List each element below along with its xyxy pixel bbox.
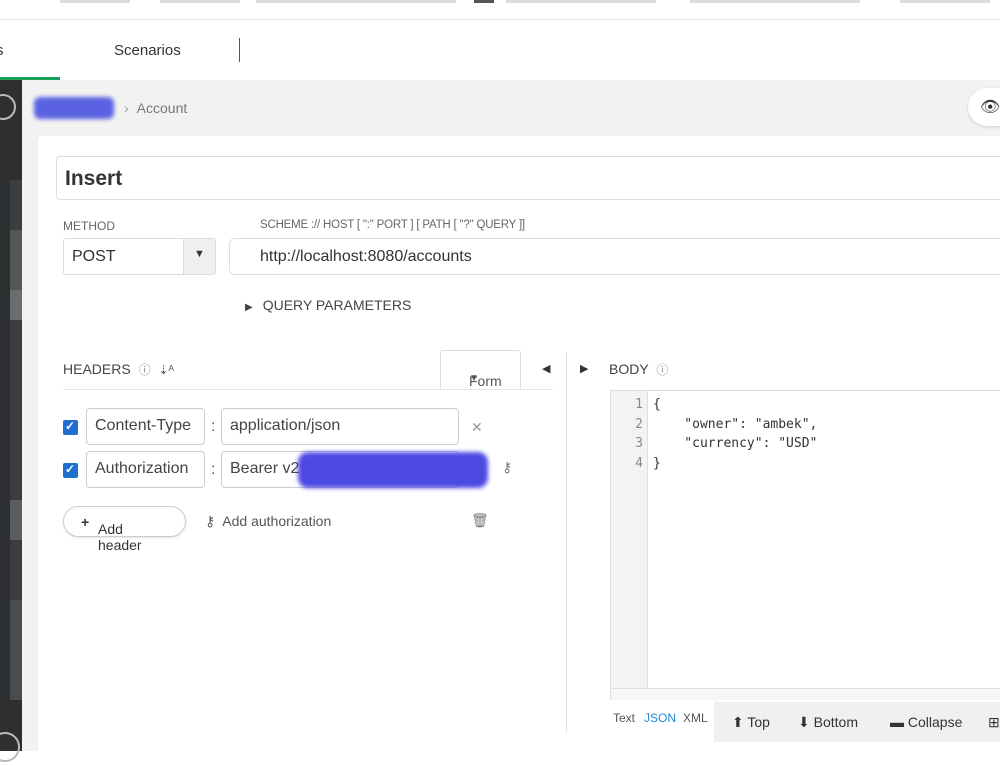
header-key-field[interactable]: Authorization (86, 451, 205, 488)
header-key: Authorization (95, 460, 189, 477)
header-key-field[interactable]: Content-Type (86, 408, 205, 445)
header-value: application/json (230, 417, 341, 434)
line-number: 1 (635, 397, 643, 412)
preview-button[interactable]: 👁 (968, 88, 1000, 126)
format-xml-button[interactable]: XML (683, 711, 708, 725)
expand-button[interactable]: ⊞ (988, 714, 1000, 731)
tab-bar-spacer (240, 20, 1000, 80)
query-parameters-label: QUERY PARAMETERS (262, 297, 412, 313)
redacted-token (298, 452, 488, 488)
request-name: Insert (65, 167, 123, 190)
chevron-right-icon: › (124, 100, 129, 116)
plus-icon: + (81, 514, 90, 530)
add-authorization-label: Add authorization (222, 513, 332, 529)
collapse-label: Collapse (907, 714, 963, 730)
key-icon[interactable]: ⚷ (502, 459, 512, 476)
headers-divider (63, 389, 553, 390)
help-icon[interactable]: ⓘ (656, 363, 668, 377)
url-value: http://localhost:8080/accounts (260, 248, 472, 265)
tab-previous[interactable]: s (0, 20, 60, 80)
headers-mode-dropdown[interactable]: Form ▼ (440, 350, 521, 389)
line-number-gutter: 1 2 3 4 (611, 391, 648, 691)
format-json-button[interactable]: JSON (644, 711, 676, 725)
method-select[interactable]: POST ▼ (63, 238, 216, 275)
tab-bar: s Scenarios (0, 20, 1000, 80)
scroll-bottom-label: Bottom (813, 714, 858, 730)
checkbox-checked-icon: ✓ (65, 419, 76, 433)
arrow-up-circle-icon: ⬆ (732, 714, 744, 730)
help-icon[interactable]: ⓘ (139, 363, 151, 377)
add-header-button[interactable]: + Add header (63, 506, 186, 553)
breadcrumb: › Account (34, 97, 188, 119)
code-line: "owner": "ambek", (653, 417, 818, 432)
body-title: BODY ⓘ (609, 361, 668, 378)
breadcrumb-current: Account (136, 100, 188, 116)
header-enabled-checkbox[interactable]: ✓ (63, 419, 78, 435)
tab-scenarios-label: Scenarios (114, 42, 181, 59)
scroll-top-label: Top (747, 714, 770, 730)
line-number: 3 (635, 436, 643, 451)
arrow-down-circle-icon: ⬇ (798, 714, 810, 730)
close-icon[interactable]: ✕ (471, 419, 483, 436)
line-number: 4 (635, 456, 643, 471)
collapse-right-icon[interactable]: ▶ (580, 362, 588, 375)
tab-scenarios[interactable]: Scenarios (60, 20, 240, 80)
url-label: SCHEME :// HOST [ ":" PORT ] [ PATH [ "?… (260, 219, 525, 231)
breadcrumb-redacted-parent[interactable] (34, 97, 114, 119)
header-colon: : (211, 418, 216, 435)
url-input[interactable]: http://localhost:8080/accounts (229, 238, 1000, 275)
caret-down-icon: ▼ (194, 248, 205, 260)
top-strip (0, 0, 1000, 20)
header-colon: : (211, 461, 216, 478)
request-name-field[interactable]: Insert (56, 156, 1000, 200)
sidebar-item[interactable] (10, 500, 22, 540)
scroll-bottom-button[interactable]: ⬇ Bottom (798, 714, 858, 731)
method-value: POST (72, 248, 116, 265)
sidebar-item[interactable] (10, 600, 22, 700)
add-authorization-button[interactable]: ⚷ Add authorization (205, 513, 331, 530)
sidebar-item[interactable] (10, 290, 22, 320)
minus-square-icon: ▬ (890, 714, 904, 730)
body-editor[interactable]: 1 2 3 4 { "owner": "ambek", "currency": … (610, 390, 1000, 700)
caret-right-icon: ▶ (245, 302, 253, 313)
method-label: METHOD (63, 219, 115, 233)
sidebar-item[interactable] (10, 320, 22, 500)
scroll-top-button[interactable]: ⬆ Top (732, 714, 770, 731)
eye-icon: 👁 (980, 99, 1000, 116)
sidebar-item[interactable] (10, 230, 22, 290)
sidebar-item[interactable] (10, 540, 22, 600)
collapse-button[interactable]: ▬ Collapse (890, 714, 962, 730)
query-parameters-toggle[interactable]: ▶ QUERY PARAMETERS (245, 297, 411, 313)
sidebar (0, 80, 22, 751)
editor-toolbar: ⬆ Top ⬇ Bottom ▬ Collapse ⊞ (714, 702, 1000, 742)
caret-down-icon: ▼ (469, 373, 479, 384)
body-label: BODY (609, 361, 649, 377)
editor-resize-bar[interactable] (611, 688, 1000, 700)
trash-icon[interactable]: 🗑 (471, 512, 489, 529)
header-key: Content-Type (95, 417, 192, 434)
line-number: 2 (635, 417, 643, 432)
headers-title: HEADERS ⓘ ⇣ᴬ (63, 361, 174, 378)
sidebar-avatar-icon[interactable] (0, 94, 16, 120)
method-dropdown-toggle[interactable]: ▼ (183, 239, 215, 274)
sidebar-item[interactable] (10, 180, 22, 230)
checkbox-checked-icon: ✓ (65, 462, 76, 476)
collapse-left-icon[interactable]: ◀ (542, 362, 550, 375)
key-icon: ⚷ (205, 513, 216, 529)
headers-label: HEADERS (63, 361, 131, 377)
tab-previous-label: s (0, 42, 4, 59)
header-value-field[interactable]: application/json (221, 408, 459, 445)
code-line: } (653, 456, 661, 471)
format-text-button[interactable]: Text (613, 711, 635, 725)
add-header-label: Add header (98, 521, 142, 553)
plus-square-icon: ⊞ (988, 714, 1000, 730)
code-line: "currency": "USD" (653, 436, 818, 451)
sort-icon[interactable]: ⇣ᴬ (158, 363, 174, 377)
code-line: { (653, 397, 661, 412)
panel-splitter[interactable] (566, 352, 567, 732)
header-value: Bearer v2 (230, 460, 300, 477)
header-enabled-checkbox[interactable]: ✓ (63, 462, 78, 478)
